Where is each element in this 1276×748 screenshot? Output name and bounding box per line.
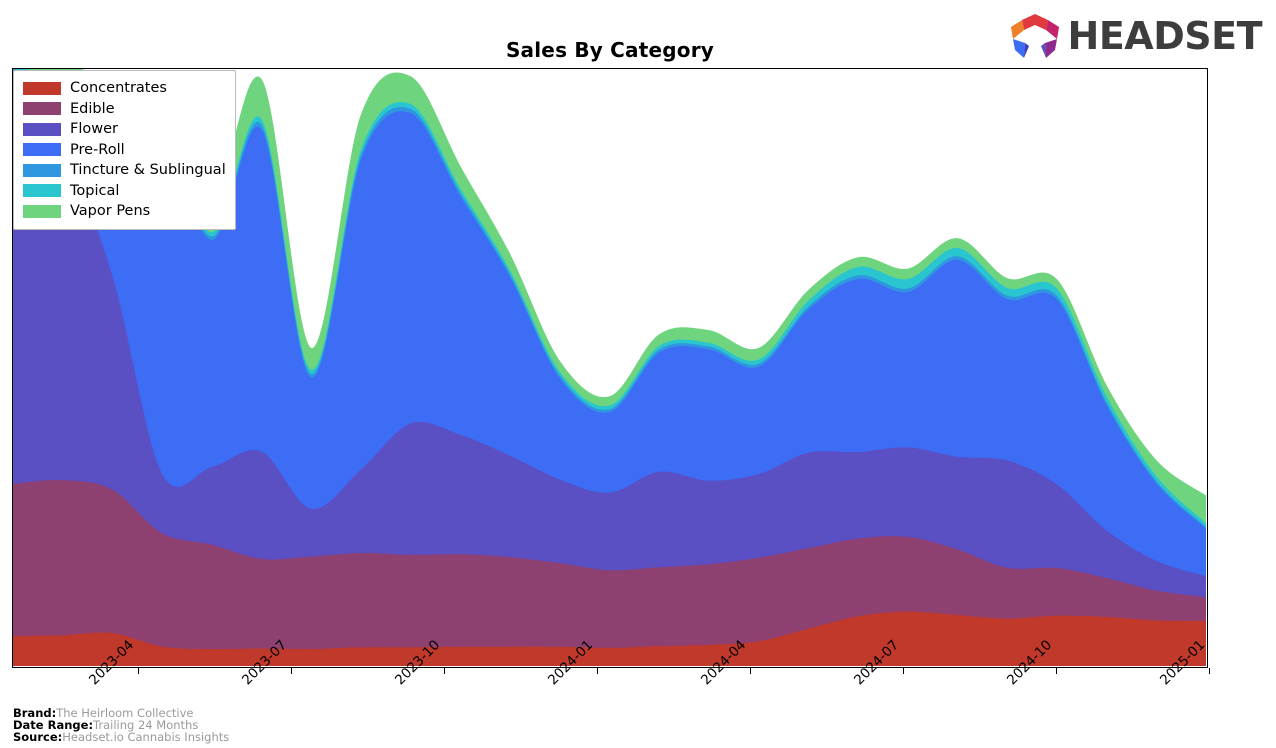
legend-color-swatch bbox=[23, 81, 61, 95]
legend-color-swatch bbox=[23, 143, 61, 157]
legend-item[interactable]: Tincture & Sublingual bbox=[23, 160, 226, 181]
headset-logo: HEADSET bbox=[1008, 12, 1263, 60]
legend-item-label: Vapor Pens bbox=[70, 203, 151, 220]
x-axis-tick bbox=[597, 668, 598, 674]
legend-item[interactable]: Topical bbox=[23, 181, 226, 202]
chart-footer: Brand:The Heirloom Collective Date Range:… bbox=[13, 707, 229, 744]
x-axis-tick bbox=[750, 668, 751, 674]
footer-row-value: Headset.io Cannabis Insights bbox=[62, 730, 230, 745]
legend-item-label: Flower bbox=[70, 121, 118, 138]
legend-color-swatch bbox=[23, 184, 61, 198]
legend-color-swatch bbox=[23, 122, 61, 136]
footer-row: Source:Headset.io Cannabis Insights bbox=[13, 731, 229, 743]
legend-item[interactable]: Vapor Pens bbox=[23, 201, 226, 222]
x-axis-tick bbox=[903, 668, 904, 674]
legend-item-label: Tincture & Sublingual bbox=[70, 162, 226, 179]
legend-color-swatch bbox=[23, 204, 61, 218]
legend-item[interactable]: Pre-Roll bbox=[23, 140, 226, 161]
legend-item-label: Pre-Roll bbox=[70, 141, 125, 158]
x-axis-tick bbox=[138, 668, 139, 674]
legend-item[interactable]: Concentrates bbox=[23, 78, 226, 99]
x-axis-tick bbox=[291, 668, 292, 674]
legend-item[interactable]: Edible bbox=[23, 99, 226, 120]
headset-wordmark: HEADSET bbox=[1067, 14, 1263, 58]
legend-item-label: Edible bbox=[70, 100, 115, 117]
legend-item-label: Concentrates bbox=[70, 80, 167, 97]
x-axis-tick bbox=[1056, 668, 1057, 674]
legend-item[interactable]: Flower bbox=[23, 119, 226, 140]
legend-color-swatch bbox=[23, 102, 61, 116]
legend-item-label: Topical bbox=[70, 182, 120, 199]
legend-color-swatch bbox=[23, 163, 61, 177]
footer-row-key: Source: bbox=[13, 730, 63, 745]
chart-legend: Concentrates Edible Flower Pre-Roll Tincture… bbox=[13, 70, 236, 230]
x-axis-tick bbox=[444, 668, 445, 674]
x-axis-tick bbox=[1209, 668, 1210, 674]
headset-hexagon-icon bbox=[1010, 14, 1059, 58]
